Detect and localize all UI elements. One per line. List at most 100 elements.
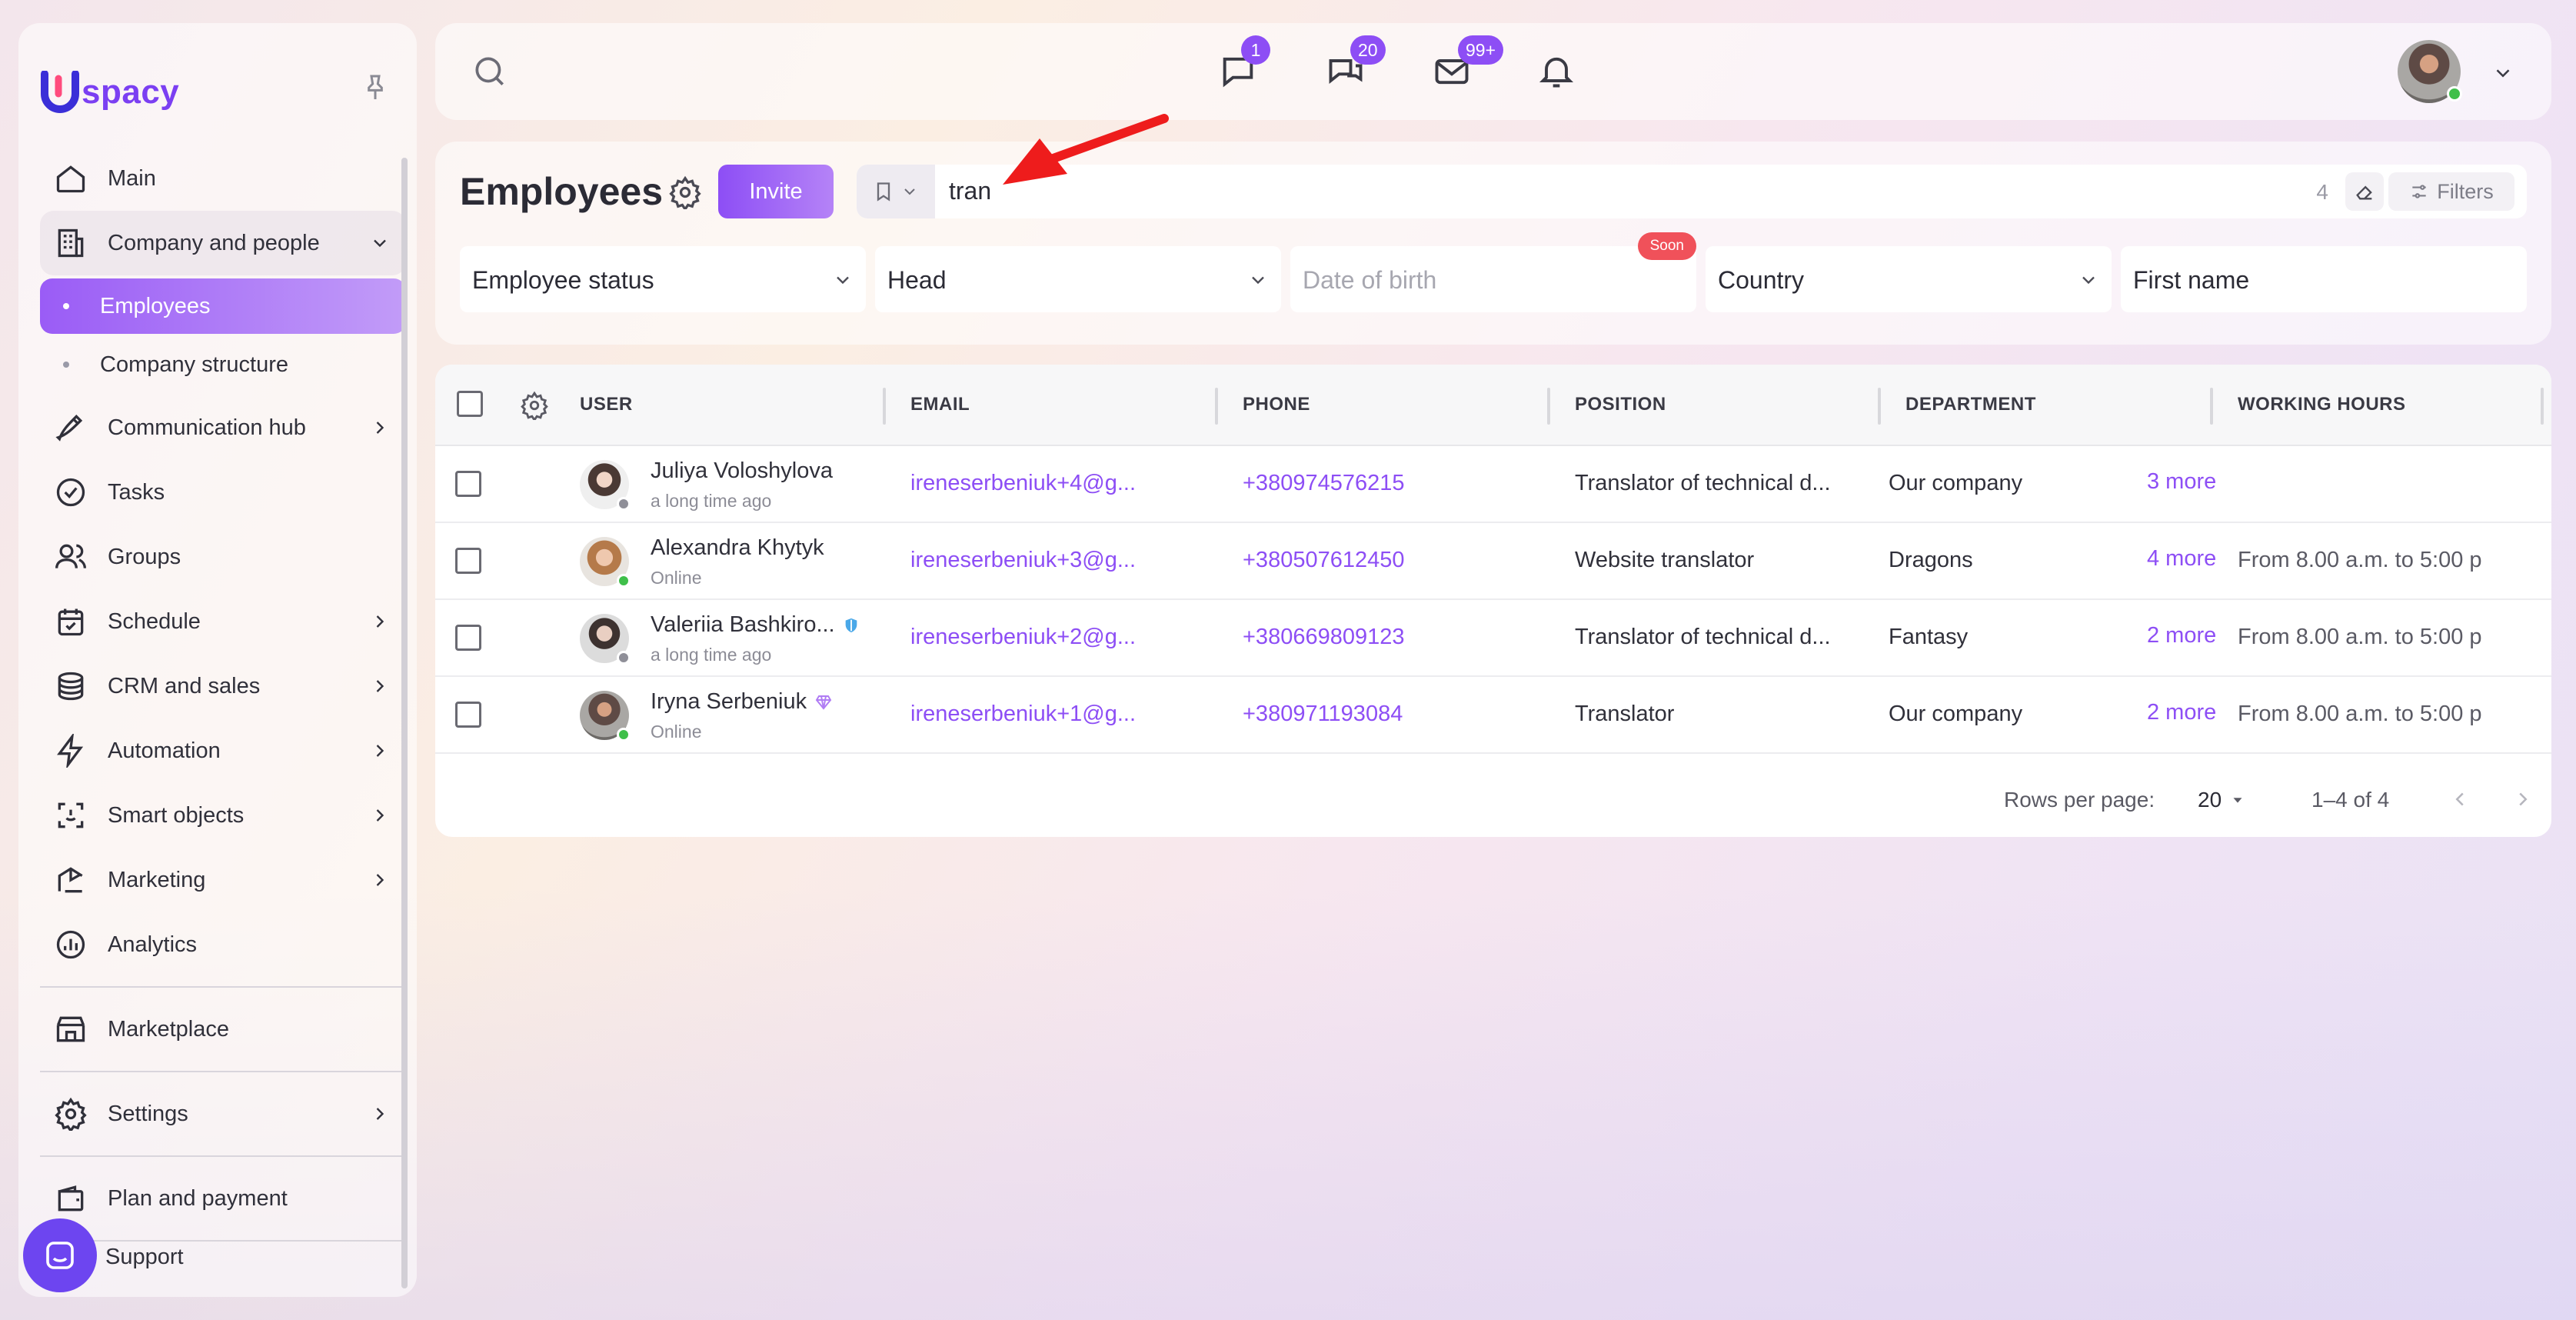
sidebar-item-communication-hub[interactable]: Communication hub	[40, 395, 406, 460]
more-departments-link[interactable]: 2 more	[2147, 623, 2216, 648]
sidebar-item-support[interactable]: Support	[105, 1245, 184, 1270]
sidebar-item-marketplace[interactable]: Marketplace	[40, 997, 406, 1062]
diamond-icon	[815, 695, 832, 710]
row-checkbox[interactable]	[455, 702, 481, 728]
saved-filters-button[interactable]	[857, 165, 935, 218]
phone-link[interactable]: +380971193084	[1243, 702, 1403, 727]
sidebar-item-plan-and-payment[interactable]: Plan and payment	[40, 1166, 406, 1231]
more-departments-link[interactable]: 3 more	[2147, 469, 2216, 495]
table-header: USER EMAIL PHONE POSITION DEPARTMENT WOR…	[435, 365, 2551, 446]
field-placeholder: Date of birth	[1303, 266, 1437, 294]
bolt-icon	[52, 732, 89, 769]
support-chat-button[interactable]	[23, 1218, 97, 1292]
messages-icon[interactable]: 20	[1326, 35, 1386, 91]
chevron-down-icon	[2078, 269, 2099, 291]
prev-page-icon[interactable]	[2448, 788, 2471, 815]
first-name-field[interactable]: First name	[2121, 246, 2527, 312]
email-link[interactable]: ireneserbeniuk+3@g...	[910, 548, 1136, 573]
column-resizer[interactable]	[883, 388, 886, 425]
wallet-icon	[52, 1180, 89, 1217]
employee-status-select[interactable]: Employee status	[460, 246, 866, 312]
gear-icon[interactable]	[520, 391, 549, 424]
sidebar-item-company-and-people[interactable]: Company and people	[40, 211, 406, 275]
search-input[interactable]: tran	[949, 177, 991, 205]
user-name[interactable]: Juliya Voloshylova	[651, 458, 833, 484]
sidebar-item-schedule[interactable]: Schedule	[40, 589, 406, 654]
sidebar-item-analytics[interactable]: Analytics	[40, 912, 406, 977]
user-avatar[interactable]	[2398, 40, 2462, 103]
column-header-working-hours[interactable]: WORKING HOURS	[2238, 394, 2406, 415]
column-resizer[interactable]	[2210, 388, 2213, 425]
column-resizer[interactable]	[1547, 388, 1550, 425]
chat-icon[interactable]: 1	[1218, 35, 1270, 91]
sidebar-item-groups[interactable]: Groups	[40, 525, 406, 589]
row-checkbox[interactable]	[455, 625, 481, 651]
column-resizer[interactable]	[1215, 388, 1218, 425]
sidebar-item-automation[interactable]: Automation	[40, 718, 406, 783]
sidebar-item-employees[interactable]: Employees	[40, 278, 406, 334]
column-resizer[interactable]	[2541, 388, 2544, 425]
user-name[interactable]: Alexandra Khytyk	[651, 535, 824, 561]
messages-badge: 20	[1350, 35, 1386, 65]
sidebar-item-label: Marketplace	[108, 1016, 229, 1042]
avatar[interactable]	[580, 537, 631, 588]
field-label: Country	[1718, 266, 1805, 294]
chevron-down-icon	[904, 188, 915, 195]
email-link[interactable]: ireneserbeniuk+4@g...	[910, 471, 1136, 496]
avatar[interactable]	[580, 460, 631, 511]
user-name[interactable]: Iryna Serbeniuk	[651, 689, 833, 715]
column-header-department[interactable]: DEPARTMENT	[1905, 394, 2036, 415]
select-all-checkbox[interactable]	[457, 391, 483, 417]
sidebar-item-marketing[interactable]: Marketing	[40, 848, 406, 912]
logo[interactable]: spacy	[40, 54, 179, 131]
country-select[interactable]: Country	[1706, 246, 2112, 312]
gear-icon[interactable]	[668, 175, 702, 212]
chart-icon	[52, 926, 89, 963]
pin-icon[interactable]	[360, 72, 391, 103]
email-link[interactable]: ireneserbeniuk+2@g...	[910, 625, 1136, 650]
chevron-right-icon	[369, 611, 391, 632]
clear-search-button[interactable]	[2345, 172, 2384, 211]
sidebar-item-company-structure[interactable]: Company structure	[40, 337, 406, 392]
table-row[interactable]: Valeriia Bashkiro... a long time ago ire…	[435, 600, 2551, 677]
rows-per-page-select[interactable]: 20	[2198, 788, 2246, 812]
column-resizer[interactable]	[1878, 388, 1881, 425]
sidebar-scrollbar[interactable]	[401, 158, 408, 1288]
table-row[interactable]: Alexandra Khytyk Online ireneserbeniuk+3…	[435, 523, 2551, 600]
filters-button[interactable]: Filters	[2388, 172, 2514, 211]
phone-link[interactable]: +380974576215	[1243, 471, 1404, 496]
phone-link[interactable]: +380669809123	[1243, 625, 1404, 650]
chevron-down-icon[interactable]	[2491, 62, 2514, 85]
column-header-position[interactable]: POSITION	[1575, 394, 1666, 415]
avatar[interactable]	[580, 691, 631, 742]
more-departments-link[interactable]: 2 more	[2147, 700, 2216, 725]
search-icon[interactable]	[471, 52, 509, 91]
next-page-icon[interactable]	[2511, 788, 2534, 815]
divider	[40, 1071, 406, 1072]
sidebar-item-settings[interactable]: Settings	[40, 1082, 406, 1146]
sidebar-item-smart-objects[interactable]: Smart objects	[40, 783, 406, 848]
email-link[interactable]: ireneserbeniuk+1@g...	[910, 702, 1136, 727]
row-checkbox[interactable]	[455, 548, 481, 574]
row-checkbox[interactable]	[455, 471, 481, 497]
avatar[interactable]	[580, 614, 631, 665]
user-name[interactable]: Valeriia Bashkiro...	[651, 612, 860, 638]
head-select[interactable]: Head	[875, 246, 1281, 312]
column-header-email[interactable]: EMAIL	[910, 394, 970, 415]
column-header-phone[interactable]: PHONE	[1243, 394, 1310, 415]
sidebar-item-tasks[interactable]: Tasks	[40, 460, 406, 525]
bell-icon[interactable]	[1536, 51, 1576, 91]
chevron-right-icon	[369, 869, 391, 891]
sidebar-item-label: Employees	[100, 293, 211, 318]
more-departments-link[interactable]: 4 more	[2147, 546, 2216, 572]
chevron-down-icon	[369, 232, 391, 254]
mail-icon[interactable]: 99+	[1432, 35, 1504, 91]
table-row[interactable]: Iryna Serbeniuk Online ireneserbeniuk+1@…	[435, 677, 2551, 754]
phone-link[interactable]: +380507612450	[1243, 548, 1404, 573]
sidebar-item-crm-and-sales[interactable]: CRM and sales	[40, 654, 406, 718]
table-row[interactable]: Juliya Voloshylova a long time ago irene…	[435, 446, 2551, 523]
sidebar-item-main[interactable]: Main	[40, 146, 406, 211]
column-header-user[interactable]: USER	[580, 394, 633, 415]
date-of-birth-field[interactable]: Date of birth Soon	[1290, 232, 1696, 312]
invite-button[interactable]: Invite	[718, 165, 834, 218]
